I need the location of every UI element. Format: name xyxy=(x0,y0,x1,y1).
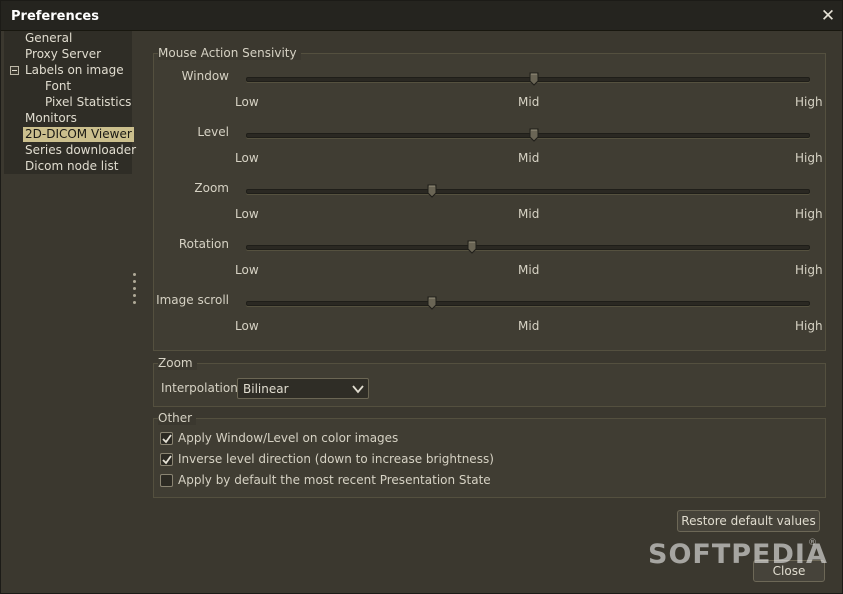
option-checkbox[interactable] xyxy=(160,474,173,487)
option-label[interactable]: Apply by default the most recent Present… xyxy=(178,473,491,487)
tick-label-high: High xyxy=(795,151,823,165)
tree-item-pixel-statistics[interactable]: Pixel Statistics xyxy=(45,95,131,110)
window-title: Preferences xyxy=(11,9,99,24)
tree-item-labels-on-image[interactable]: Labels on image xyxy=(25,63,124,78)
tick-label-high: High xyxy=(795,95,823,109)
checkmark-icon xyxy=(162,455,172,465)
restore-defaults-button[interactable]: Restore default values xyxy=(677,510,820,532)
tick-label-high: High xyxy=(795,319,823,333)
splitter-handle[interactable] xyxy=(132,273,138,307)
tick-label-mid: Mid xyxy=(518,151,540,165)
tree-item-general[interactable]: General xyxy=(25,31,72,46)
tree-item-font[interactable]: Font xyxy=(45,79,71,94)
slider-label: Zoom xyxy=(194,181,229,195)
interpolation-value: Bilinear xyxy=(243,382,289,396)
slider-track[interactable] xyxy=(246,301,810,306)
preferences-tree: General Proxy Server Labels on image Fon… xyxy=(4,31,136,174)
mouse-sensitivity-title: Mouse Action Sensivity xyxy=(158,46,301,60)
slider-thumb[interactable] xyxy=(529,128,539,142)
tree-item-proxy-server[interactable]: Proxy Server xyxy=(25,47,101,62)
tick-label-low: Low xyxy=(235,263,259,277)
collapse-icon[interactable] xyxy=(10,66,19,75)
tree-item-series-downloader[interactable]: Series downloader xyxy=(25,143,136,158)
tick-label-low: Low xyxy=(235,207,259,221)
chevron-down-icon xyxy=(352,385,364,394)
tree-item-2d-dicom-viewer[interactable]: 2D-DICOM Viewer xyxy=(23,127,134,142)
zoom-title: Zoom xyxy=(158,356,197,370)
tick-label-mid: Mid xyxy=(518,207,540,221)
tick-label-high: High xyxy=(795,263,823,277)
slider-thumb[interactable] xyxy=(427,184,437,198)
other-title: Other xyxy=(158,411,197,425)
option-label[interactable]: Inverse level direction (down to increas… xyxy=(178,452,494,466)
softpedia-watermark: SOFTPEDIA xyxy=(648,539,828,570)
preferences-window: Preferences ✕ General Proxy Server Label… xyxy=(0,0,843,594)
tick-label-low: Low xyxy=(235,319,259,333)
slider-track[interactable] xyxy=(246,189,810,194)
registered-mark: ® xyxy=(808,538,817,548)
slider-thumb[interactable] xyxy=(529,72,539,86)
checkmark-icon xyxy=(162,434,172,444)
tree-item-dicom-node-list[interactable]: Dicom node list xyxy=(25,159,118,174)
title-bar: Preferences ✕ xyxy=(1,1,842,31)
tick-label-mid: Mid xyxy=(518,263,540,277)
tree-item-monitors[interactable]: Monitors xyxy=(25,111,77,126)
close-window-icon[interactable]: ✕ xyxy=(819,7,837,25)
tick-label-mid: Mid xyxy=(518,319,540,333)
slider-thumb[interactable] xyxy=(467,240,477,254)
slider-label: Level xyxy=(197,125,229,139)
tick-label-low: Low xyxy=(235,151,259,165)
slider-thumb[interactable] xyxy=(427,296,437,310)
option-label[interactable]: Apply Window/Level on color images xyxy=(178,431,398,445)
slider-label: Rotation xyxy=(178,237,229,251)
slider-label: Image scroll xyxy=(156,293,229,307)
tick-label-mid: Mid xyxy=(518,95,540,109)
option-checkbox[interactable] xyxy=(160,432,173,445)
interpolation-select[interactable]: Bilinear xyxy=(237,378,369,399)
option-checkbox[interactable] xyxy=(160,453,173,466)
tick-label-low: Low xyxy=(235,95,259,109)
slider-track[interactable] xyxy=(246,245,810,250)
tick-label-high: High xyxy=(795,207,823,221)
interpolation-label: Interpolation: xyxy=(161,381,242,395)
slider-label: Window xyxy=(181,69,229,83)
